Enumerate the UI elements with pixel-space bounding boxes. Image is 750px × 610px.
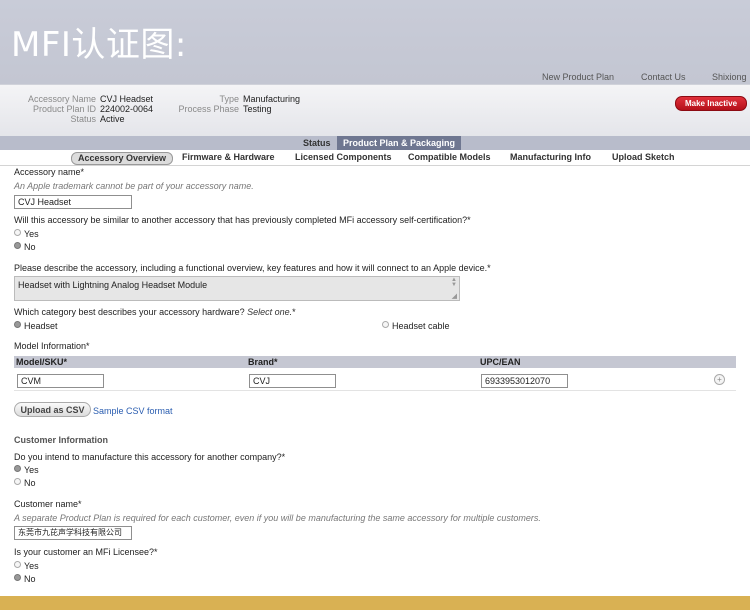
radio-label: Headset cable [392, 321, 450, 331]
describe-accessory-textarea[interactable]: Headset with Lightning Analog Headset Mo… [14, 276, 460, 301]
process-phase-value: Testing [243, 104, 272, 114]
radio-selected-icon [14, 465, 21, 472]
column-brand: Brand* [248, 357, 278, 367]
licensee-yes-radio[interactable]: Yes [14, 561, 39, 571]
radio-label: No [24, 478, 36, 488]
status-field: Status Active [70, 114, 125, 124]
add-row-icon[interactable]: + [714, 374, 725, 385]
category-question-text: Which category best describes your acces… [14, 307, 245, 317]
customer-name-hint: A separate Product Plan is required for … [14, 513, 541, 523]
model-sku-input[interactable]: CVM [17, 374, 104, 388]
manufacture-yes-radio[interactable]: Yes [14, 465, 39, 475]
accessory-name-input[interactable]: CVJ Headset [14, 195, 132, 209]
radio-icon [382, 321, 389, 328]
footer-strip [0, 596, 750, 610]
radio-label: Headset [24, 321, 58, 331]
radio-icon [14, 561, 21, 568]
accessory-name-label: Accessory name* [14, 167, 85, 177]
category-label: Which category best describes your acces… [14, 307, 296, 317]
radio-selected-icon [14, 242, 21, 249]
radio-label: Yes [24, 229, 39, 239]
tab-product-plan[interactable]: Product Plan & Packaging [337, 136, 462, 150]
radio-selected-icon [14, 321, 21, 328]
column-upc-ean: UPC/EAN [480, 357, 521, 367]
radio-label: Yes [24, 561, 39, 571]
make-inactive-button[interactable]: Make Inactive [675, 96, 747, 111]
column-model-sku: Model/SKU* [16, 357, 68, 367]
accessory-name-field: Accessory Name CVJ Headset [27, 94, 154, 104]
product-plan-header: Accessory Name CVJ Headset Product Plan I… [0, 84, 750, 137]
category-headset-cable-radio[interactable]: Headset cable [382, 321, 450, 331]
similar-no-radio[interactable]: No [14, 242, 36, 252]
upload-csv-button[interactable]: Upload as CSV [14, 402, 91, 417]
tab-manufacturing-info[interactable]: Manufacturing Info [510, 152, 591, 163]
model-information-label: Model Information* [14, 341, 90, 351]
product-plan-id-value: 224002-0064 [100, 104, 154, 114]
process-phase-field: Process Phase Testing [178, 104, 272, 114]
watermark-banner: MFI认证图: New Product Plan Contact Us Shix… [0, 0, 750, 84]
model-table-header: Model/SKU* Brand* UPC/EAN [14, 356, 736, 368]
radio-label: No [24, 242, 36, 252]
banner-title: MFI认证图: [11, 25, 187, 65]
nav-contact-us[interactable]: Contact Us [641, 72, 686, 82]
tab-upload-sketch[interactable]: Upload Sketch [612, 152, 675, 163]
tab-compatible-models[interactable]: Compatible Models [408, 152, 491, 163]
manufacture-for-other-question: Do you intend to manufacture this access… [14, 452, 286, 462]
category-select-one: Select one. [247, 307, 293, 317]
upc-ean-input[interactable]: 6933953012070 [481, 374, 568, 388]
mfi-licensee-question: Is your customer an MFi Licensee?* [14, 547, 158, 557]
type-field: Type Manufacturing [219, 94, 301, 104]
brand-input[interactable]: CVJ [249, 374, 336, 388]
status-value: Active [100, 114, 125, 124]
sub-tab-bar: Accessory Overview Firmware & Hardware L… [0, 150, 750, 166]
resize-grip-icon[interactable]: ◢ [452, 292, 457, 300]
similar-yes-radio[interactable]: Yes [14, 229, 39, 239]
radio-label: No [24, 574, 36, 584]
tab-licensed-components[interactable]: Licensed Components [295, 152, 392, 163]
manufacture-no-radio[interactable]: No [14, 478, 36, 488]
nav-user-name[interactable]: Shixiong [712, 72, 747, 82]
licensee-no-radio[interactable]: No [14, 574, 36, 584]
table-row [14, 368, 736, 391]
radio-label: Yes [24, 465, 39, 475]
tab-status[interactable]: Status [299, 136, 335, 150]
accessory-name-value: CVJ Headset [100, 94, 154, 104]
type-value: Manufacturing [243, 94, 301, 104]
tab-accessory-overview[interactable]: Accessory Overview [71, 152, 174, 165]
radio-icon [14, 229, 21, 236]
describe-accessory-label: Please describe the accessory, including… [14, 263, 491, 273]
customer-information-title: Customer Information [14, 435, 109, 445]
product-plan-id-field: Product Plan ID 224002-0064 [32, 104, 154, 114]
describe-accessory-value: Headset with Lightning Analog Headset Mo… [18, 280, 208, 290]
sample-csv-link[interactable]: Sample CSV format [93, 406, 173, 416]
required-star: * [292, 307, 296, 317]
main-tab-bar: Status Product Plan & Packaging [0, 136, 750, 150]
radio-selected-icon [14, 574, 21, 581]
accessory-name-hint: An Apple trademark cannot be part of you… [14, 181, 254, 191]
tab-firmware-hardware[interactable]: Firmware & Hardware [182, 152, 275, 163]
nav-new-product-plan[interactable]: New Product Plan [542, 72, 614, 82]
radio-icon [14, 478, 21, 485]
spin-arrows-icon[interactable]: ▲ ▼ [451, 277, 457, 288]
customer-name-input[interactable]: 东莞市九芘声学科技有限公司 [14, 526, 132, 540]
customer-name-label: Customer name* [14, 499, 82, 509]
similar-accessory-question: Will this accessory be similar to anothe… [14, 215, 471, 225]
category-headset-radio[interactable]: Headset [14, 321, 58, 331]
